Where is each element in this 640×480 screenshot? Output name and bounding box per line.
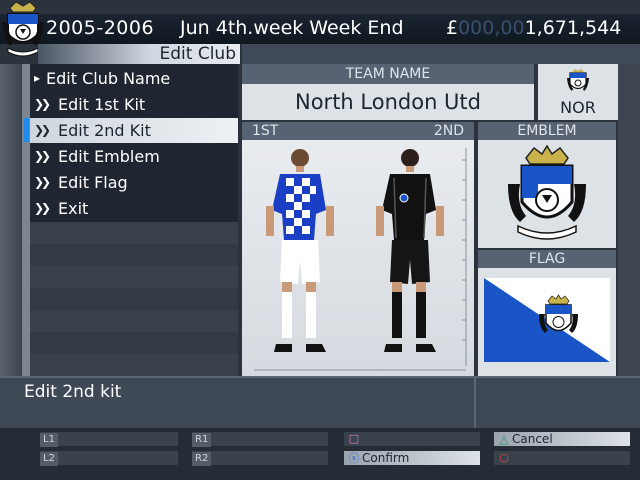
description-text: Edit 2nd kit <box>24 382 122 402</box>
l2-button-slot[interactable]: L2 <box>40 451 178 466</box>
menu-item-edit-flag[interactable]: ❯❯ Edit Flag <box>30 170 238 195</box>
double-chevron-icon: ❯❯ <box>34 201 51 215</box>
kit-header: 1ST 2ND <box>242 122 474 140</box>
confirm-label: Confirm <box>362 451 410 465</box>
club-emblem-icon <box>508 144 586 240</box>
square-icon: □ <box>348 432 360 445</box>
square-button-slot[interactable]: □ <box>344 432 480 446</box>
menu-item-label: Edit Club Name <box>46 69 171 88</box>
team-short-name: NOR <box>560 98 596 117</box>
menu-item-label: Edit 1st Kit <box>58 95 146 114</box>
emblem-preview <box>478 140 616 248</box>
date-label: Jun 4th.week Week End <box>180 17 404 39</box>
r1-button-label: R1 <box>192 433 212 447</box>
screen-title-bar: Edit Club <box>38 44 240 64</box>
l2-button-label: L2 <box>40 452 58 466</box>
team-name-value: North London Utd <box>242 84 534 120</box>
cancel-label: Cancel <box>512 432 553 446</box>
button-hint-bar: L1 L2 R1 R2 □ ⓧ Confirm △ Cancel ○ <box>0 428 640 480</box>
emblem-header: EMBLEM <box>478 122 616 140</box>
triangle-icon: △ <box>499 433 509 446</box>
cross-icon: ⓧ <box>348 452 360 465</box>
r1-button-slot[interactable]: R1 <box>192 432 328 447</box>
r2-button-label: R2 <box>192 452 212 466</box>
currency-symbol: £ <box>446 17 459 39</box>
top-status-bar: 2005-2006 Jun 4th.week Week End £000,001… <box>0 14 640 44</box>
menu-item-exit[interactable]: ❯❯ Exit <box>30 196 238 221</box>
l1-button-label: L1 <box>40 433 58 447</box>
confirm-button[interactable]: ⓧ Confirm <box>344 451 480 465</box>
club-flag-icon <box>484 278 610 362</box>
double-chevron-icon: ❯❯ <box>34 97 51 111</box>
team-short-name-panel: NOR <box>538 64 618 120</box>
l1-button-slot[interactable]: L1 <box>40 432 178 447</box>
circle-icon: ○ <box>499 451 509 464</box>
small-emblem-icon <box>567 69 589 91</box>
cancel-button[interactable]: △ Cancel <box>494 432 630 446</box>
menu-background-panel <box>30 222 238 376</box>
funds-padding: 000,00 <box>458 17 525 39</box>
flag-header: FLAG <box>478 250 616 268</box>
menu-item-label: Edit Flag <box>58 173 128 192</box>
description-divider <box>474 378 476 430</box>
double-chevron-icon: ❯❯ <box>34 123 51 137</box>
flag-preview <box>478 268 616 376</box>
team-name-header: TEAM NAME <box>242 64 534 84</box>
menu-item-edit-1st-kit[interactable]: ❯❯ Edit 1st Kit <box>30 92 238 117</box>
title-bar-filler <box>242 44 640 64</box>
kit-preview-canvas <box>254 148 467 371</box>
menu-item-edit-2nd-kit[interactable]: ❯❯ Edit 2nd Kit <box>30 118 238 143</box>
edit-menu: ▸ Edit Club Name ❯❯ Edit 1st Kit ❯❯ Edit… <box>30 64 238 222</box>
menu-item-label: Edit Emblem <box>58 147 160 166</box>
first-kit-player <box>266 149 334 352</box>
kit-first-label: 1ST <box>252 123 279 139</box>
season-label: 2005-2006 <box>46 17 155 39</box>
right-decor-strip <box>618 64 640 376</box>
description-bar: Edit 2nd kit <box>0 376 640 430</box>
circle-button-slot[interactable]: ○ <box>494 451 630 465</box>
double-chevron-icon: ❯❯ <box>34 149 51 163</box>
r2-button-slot[interactable]: R2 <box>192 451 328 466</box>
selection-marker <box>24 118 29 142</box>
menu-item-edit-club-name[interactable]: ▸ Edit Club Name <box>30 66 238 91</box>
menu-item-edit-emblem[interactable]: ❯❯ Edit Emblem <box>30 144 238 169</box>
kit-second-label: 2ND <box>433 123 464 139</box>
funds-value: 1,671,544 <box>524 17 622 39</box>
screen-title: Edit Club <box>159 44 236 64</box>
left-decor-strip-light <box>22 64 30 376</box>
left-decor-strip <box>0 64 24 376</box>
menu-item-label: Exit <box>58 199 89 218</box>
kit-preview-area <box>242 140 474 376</box>
funds-label: £000,001,671,544 <box>446 17 621 39</box>
double-chevron-icon: ❯❯ <box>34 175 51 189</box>
menu-item-label: Edit 2nd Kit <box>58 121 151 140</box>
arrow-right-icon: ▸ <box>34 71 40 85</box>
second-kit-player <box>376 149 444 352</box>
